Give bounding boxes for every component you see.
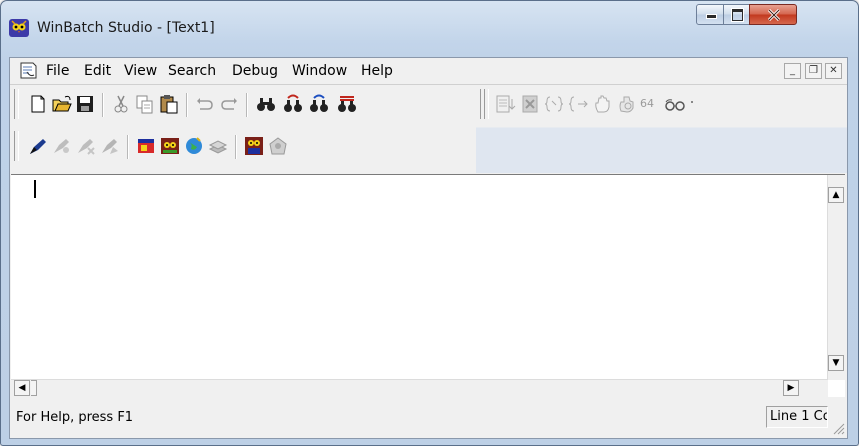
dialog-editor-icon[interactable] (135, 135, 157, 157)
scroll-thumb[interactable] (31, 380, 37, 396)
minimize-button[interactable] (696, 4, 724, 25)
maximize-icon (732, 9, 743, 21)
winbatch-owl-icon[interactable] (9, 19, 29, 37)
mdi-restore-button[interactable]: ❐ (805, 63, 822, 79)
status-help-text: For Help, press F1 (16, 410, 134, 425)
stack-icon[interactable] (207, 135, 229, 157)
editor-text-area[interactable]: ▲ ▼ ◀ ▶ (11, 174, 845, 397)
save-disk-icon[interactable] (74, 93, 96, 115)
menu-file[interactable]: File (46, 63, 69, 79)
compile-icon[interactable] (51, 135, 73, 157)
break-icon[interactable] (616, 93, 638, 115)
scroll-up-button[interactable]: ▲ (828, 187, 844, 203)
step-out-icon[interactable] (544, 93, 566, 115)
close-button[interactable] (749, 4, 797, 25)
horizontal-scrollbar[interactable]: ◀ ▶ (11, 379, 828, 397)
watch-glasses-icon[interactable] (664, 93, 686, 115)
app-window: WinBatch Studio - [Text1] File Edit View… (0, 0, 859, 446)
step-into-icon[interactable] (494, 93, 516, 115)
mdi-close-button[interactable]: ✕ (825, 63, 842, 79)
maximize-button[interactable] (723, 4, 750, 25)
status-line-column: Line 1 Co (766, 406, 828, 428)
network-icon[interactable] (267, 135, 289, 157)
tools-toolbar (10, 127, 476, 165)
toolbar-area: 64 (10, 85, 847, 173)
run-to-cursor-icon[interactable] (568, 93, 590, 115)
redo-icon[interactable] (218, 93, 240, 115)
menu-search[interactable]: Search (168, 63, 216, 79)
owl-64-icon[interactable] (243, 135, 265, 157)
cut-icon[interactable] (110, 93, 132, 115)
toolbar-grip[interactable] (14, 131, 19, 161)
menu-help[interactable]: Help (361, 63, 393, 79)
title-bar[interactable]: WinBatch Studio - [Text1] (1, 1, 858, 51)
scroll-down-button[interactable]: ▼ (828, 355, 844, 371)
find-next-icon[interactable] (282, 93, 304, 115)
compile-alt-icon[interactable] (75, 135, 97, 157)
document-icon[interactable] (18, 61, 38, 80)
close-icon (767, 9, 781, 21)
open-folder-icon[interactable] (51, 93, 73, 115)
scroll-left-button[interactable]: ◀ (14, 380, 30, 396)
paste-icon[interactable] (158, 93, 180, 115)
resize-grip-icon[interactable] (831, 421, 845, 435)
owl-icon[interactable] (159, 135, 181, 157)
status-bar: For Help, press F1 Line 1 Co (10, 398, 847, 438)
menu-edit[interactable]: Edit (84, 63, 111, 79)
menu-view[interactable]: View (124, 63, 157, 79)
compile-all-icon[interactable] (99, 135, 121, 157)
find-icon[interactable] (255, 93, 277, 115)
standard-toolbar (10, 85, 476, 123)
client-area: File Edit View Search Debug Window Help … (9, 57, 848, 439)
scroll-right-button[interactable]: ▶ (783, 380, 799, 396)
vertical-scrollbar[interactable]: ▲ ▼ (827, 175, 845, 380)
64bit-label[interactable]: 64 (640, 97, 654, 110)
mdi-minimize-button[interactable]: _ (784, 63, 801, 79)
step-over-icon[interactable] (520, 93, 542, 115)
window-title: WinBatch Studio - [Text1] (37, 20, 215, 36)
replace-icon[interactable] (336, 93, 358, 115)
menu-debug[interactable]: Debug (232, 63, 278, 79)
minimize-icon (706, 14, 717, 19)
new-file-icon[interactable] (27, 93, 49, 115)
pen-icon[interactable] (27, 135, 49, 157)
globe-icon[interactable] (183, 135, 205, 157)
debug-toolbar: 64 (478, 85, 847, 123)
menu-window[interactable]: Window (292, 63, 347, 79)
undo-icon[interactable] (194, 93, 216, 115)
find-previous-icon[interactable] (308, 93, 330, 115)
menu-bar: File Edit View Search Debug Window Help … (10, 58, 847, 85)
copy-icon[interactable] (134, 93, 156, 115)
text-caret (34, 180, 36, 198)
hand-stop-icon[interactable] (592, 93, 614, 115)
toolbar-grip[interactable] (14, 89, 19, 119)
